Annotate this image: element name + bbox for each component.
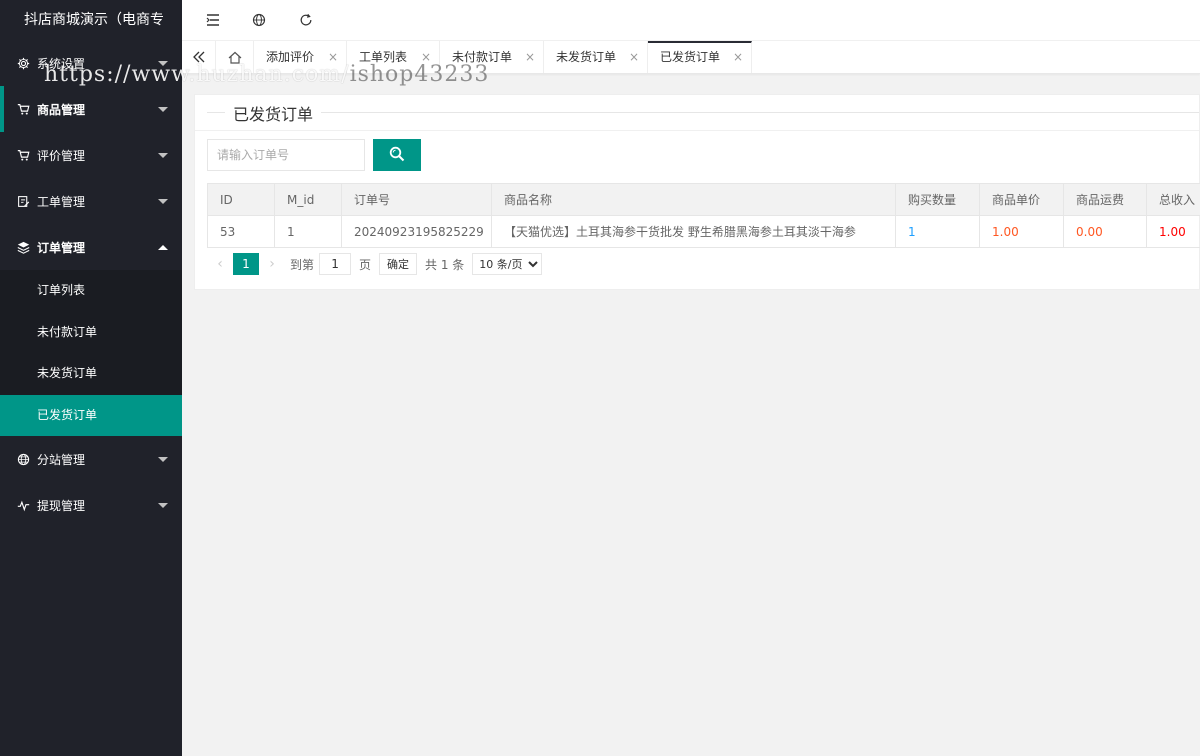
tab-bar: 添加评价 × 工单列表 × 未付款订单 × 未发货订单 × 已发货订单 × — [182, 41, 1200, 74]
shipped-orders-table: ID M_id 订单号 商品名称 购买数量 商品单价 商品运费 总收入 53 1… — [207, 183, 1200, 248]
sidebar-item-orders[interactable]: 订单管理 — [0, 224, 182, 270]
top-header — [182, 0, 1200, 41]
close-icon[interactable]: × — [421, 41, 431, 73]
search-icon — [389, 146, 405, 165]
sidebar-item-label: 分站管理 — [37, 452, 86, 467]
sidebar-menu: 系统设置 商品管理 评价管理 工单管理 订单管理 订单列表 未付款订单 未发货订… — [0, 40, 182, 528]
sidebar: 抖店商城演示（电商专 系统设置 商品管理 评价管理 工单管理 订单管理 订单列表… — [0, 0, 182, 756]
sidebar-item-label: 订单管理 — [37, 240, 86, 255]
column-header[interactable]: ID — [207, 183, 275, 216]
tab-label: 未付款订单 — [452, 50, 513, 64]
page-unit-label: 页 — [359, 257, 372, 272]
chevron-down-icon — [158, 61, 168, 66]
title-divider — [207, 112, 1199, 113]
sidebar-item-system-settings[interactable]: 系统设置 — [0, 40, 182, 86]
cell-quantity: 1 — [895, 215, 980, 248]
column-header[interactable]: 订单号 — [341, 183, 492, 216]
globe-icon[interactable] — [250, 11, 268, 29]
home-icon[interactable] — [216, 41, 254, 73]
page-size-select[interactable]: 10 条/页 — [472, 253, 543, 275]
sidebar-item-label: 系统设置 — [37, 56, 86, 71]
page-title: 已发货订单 — [225, 101, 322, 125]
tab-unpaid-orders[interactable]: 未付款订单 × — [440, 41, 544, 73]
column-header[interactable]: 总收入 — [1146, 183, 1200, 216]
order-number-search-input[interactable] — [207, 139, 365, 171]
close-icon[interactable]: × — [525, 41, 535, 73]
sidebar-item-label: 评价管理 — [37, 148, 86, 163]
cart-icon — [16, 102, 30, 116]
sidebar-item-label: 工单管理 — [37, 194, 86, 209]
confirm-page-button[interactable]: 确定 — [379, 253, 418, 275]
cell-order-number: 20240923195825229 — [341, 215, 492, 248]
content-panel: 已发货订单 ID M_id 订单号 商品名称 购买数量 商品单价 商品运费 总收… — [194, 94, 1200, 290]
chevron-down-icon — [158, 153, 168, 158]
tab-add-review[interactable]: 添加评价 × — [254, 41, 347, 73]
column-header[interactable]: 商品单价 — [979, 183, 1064, 216]
sidebar-subitem-unpaid-orders[interactable]: 未付款订单 — [0, 312, 182, 354]
cell-unit-price: 1.00 — [979, 215, 1064, 248]
pagination: ‹ 1 › 到第 页 确定 共 1 条 10 条/页 — [207, 253, 543, 275]
column-header[interactable]: 商品运费 — [1063, 183, 1147, 216]
close-icon[interactable]: × — [328, 41, 338, 73]
gear-icon — [16, 56, 30, 70]
globe-icon — [16, 452, 30, 466]
goto-label: 到第 — [290, 257, 315, 272]
sidebar-subitem-shipped-orders[interactable]: 已发货订单 — [0, 394, 182, 436]
refresh-icon[interactable] — [297, 11, 315, 29]
tab-ticket-list[interactable]: 工单列表 × — [347, 41, 440, 73]
close-icon[interactable]: × — [733, 43, 743, 71]
column-header[interactable]: 商品名称 — [491, 183, 896, 216]
tab-label: 添加评价 — [266, 50, 315, 64]
chevron-down-icon — [158, 457, 168, 462]
sidebar-item-label: 商品管理 — [37, 102, 86, 117]
close-icon[interactable]: × — [629, 41, 639, 73]
cell-id: 53 — [207, 215, 275, 248]
header-divider — [195, 130, 1199, 131]
sidebar-item-reviews[interactable]: 评价管理 — [0, 132, 182, 178]
search-button[interactable] — [373, 139, 421, 171]
tab-unshipped-orders[interactable]: 未发货订单 × — [544, 41, 648, 73]
cell-total-income: 1.00 — [1146, 215, 1200, 248]
prev-page-button[interactable]: ‹ — [207, 253, 233, 275]
sidebar-subitem-unshipped-orders[interactable]: 未发货订单 — [0, 353, 182, 395]
sidebar-item-substations[interactable]: 分站管理 — [0, 436, 182, 482]
total-count: 共 1 条 — [425, 257, 465, 272]
column-header[interactable]: M_id — [274, 183, 342, 216]
table-header-row: ID M_id 订单号 商品名称 购买数量 商品单价 商品运费 总收入 — [207, 183, 1200, 216]
cell-shipping-fee: 0.00 — [1063, 215, 1147, 248]
sidebar-item-tickets[interactable]: 工单管理 — [0, 178, 182, 224]
edit-icon — [16, 194, 30, 208]
sidebar-item-products[interactable]: 商品管理 — [0, 86, 182, 132]
collapse-icon[interactable] — [204, 11, 222, 29]
chevron-up-icon — [158, 245, 168, 250]
tab-label: 工单列表 — [359, 50, 408, 64]
tab-label: 未发货订单 — [556, 50, 617, 64]
tab-label: 已发货订单 — [660, 50, 721, 64]
layers-icon — [16, 240, 30, 254]
goto-page-input[interactable] — [319, 253, 352, 275]
chevron-down-icon — [158, 503, 168, 508]
tab-shipped-orders[interactable]: 已发货订单 × — [648, 41, 752, 73]
sidebar-subitem-order-list[interactable]: 订单列表 — [0, 270, 182, 312]
orders-submenu: 订单列表 未付款订单 未发货订单 已发货订单 — [0, 270, 182, 436]
pulse-icon — [16, 498, 30, 512]
app-title: 抖店商城演示（电商专 — [24, 12, 164, 28]
column-header[interactable]: 购买数量 — [895, 183, 980, 216]
cart-icon — [16, 148, 30, 162]
current-page-button[interactable]: 1 — [233, 253, 259, 275]
sidebar-item-label: 提现管理 — [37, 498, 86, 513]
table-row[interactable]: 53 1 20240923195825229 【天猫优选】土耳其海参干货批发 野… — [207, 215, 1200, 248]
sidebar-item-withdrawals[interactable]: 提现管理 — [0, 482, 182, 528]
next-page-button[interactable]: › — [259, 253, 285, 275]
double-chevron-left-icon[interactable] — [182, 41, 216, 73]
chevron-down-icon — [158, 199, 168, 204]
cell-m-id: 1 — [274, 215, 342, 248]
chevron-down-icon — [158, 107, 168, 112]
cell-product-name: 【天猫优选】土耳其海参干货批发 野生希腊黑海参土耳其淡干海参 — [491, 215, 896, 248]
